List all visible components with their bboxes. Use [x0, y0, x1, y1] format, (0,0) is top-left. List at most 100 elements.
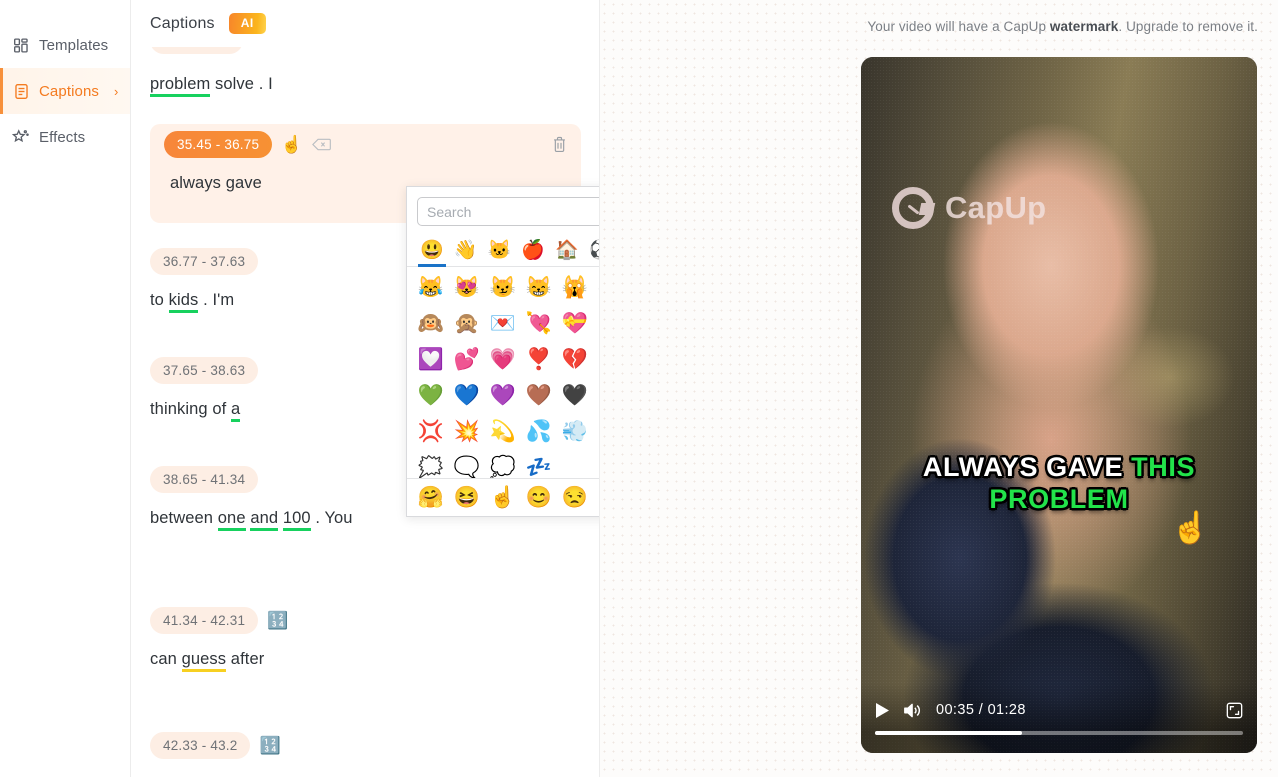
emoji-category-food[interactable]: 🍎 — [516, 234, 550, 266]
emoji-category-people[interactable]: 👋 — [449, 234, 483, 266]
trash-icon[interactable] — [552, 136, 567, 153]
emoji-cell[interactable]: 😹 — [413, 269, 449, 305]
emoji-category-smileys[interactable]: 😃 — [415, 234, 449, 267]
emoji-cell[interactable]: 💭 — [485, 449, 521, 478]
volume-icon[interactable] — [903, 702, 923, 719]
emoji-cell[interactable]: 🙊 — [449, 305, 485, 341]
sidebar-item-captions[interactable]: Captions › — [0, 68, 130, 114]
emoji-cell[interactable]: 💔 — [557, 341, 593, 377]
sidebar-item-label: Captions — [39, 82, 100, 100]
emoji-cell[interactable]: 💢 — [413, 413, 449, 449]
captions-header: Captions AI — [131, 0, 599, 47]
emoji-cell[interactable]: 💥 — [449, 413, 485, 449]
emoji-recent-cell[interactable]: 😒 — [557, 479, 593, 516]
emoji-recent-cell[interactable]: ☝️ — [485, 479, 521, 516]
emoji-cell[interactable]: 🗨️ — [449, 449, 485, 478]
captions-panel: Captions AI 3.4 - 35.43 😊 problem solve … — [131, 0, 600, 777]
caption-word: after — [226, 650, 265, 668]
emoji-category-travel[interactable]: 🏠 — [550, 234, 584, 266]
emoji-cell[interactable]: 😿 — [593, 269, 599, 305]
effects-icon — [12, 128, 30, 146]
emoji-grid[interactable]: 😹😻😼😸🙀😿😺🙈🙉🙊💌💘💝💖🩷❤️💟💕💗❣️💔❤️🧡💛💚💙💜🤎🖤🤍💋💯💢💥💫💦💨… — [407, 267, 599, 478]
emoji-cell[interactable]: 💦 — [521, 413, 557, 449]
caption-row-clipped[interactable]: 3.4 - 35.43 😊 — [131, 47, 599, 75]
caption-row-clipped-text[interactable]: problem solve . I — [131, 75, 599, 124]
caption-word-highlighted: a — [231, 400, 241, 422]
emoji-recent-cell[interactable]: ❤️ — [593, 479, 599, 516]
caption-emoji[interactable]: 😊 — [393, 47, 414, 49]
emoji-cell[interactable]: 🗯️ — [413, 449, 449, 478]
emoji-cell[interactable]: 🖤 — [557, 377, 593, 413]
caption-text[interactable]: each guess I'll tell — [150, 765, 580, 777]
video-caption-green-text: THIS — [1131, 452, 1196, 482]
emoji-cell[interactable]: 🕳️ — [593, 413, 599, 449]
emoji-picker[interactable]: 🖐️ 😃 👋 🐱 🍎 🏠 ⚽ 📝 ⛔ 🏁 😹😻😼😸🙀😿😺🙈🙉🙊💌💘💝💖🩷❤️💟💕… — [406, 186, 599, 517]
caption-meta: 42.33 - 43.2 🔢 — [150, 725, 580, 765]
emoji-cell[interactable]: 💖 — [593, 305, 599, 341]
watermark-notice-bold: watermark — [1049, 19, 1119, 34]
caption-meta: 35.45 - 36.75 ☝️ — [150, 124, 581, 164]
video-progress-bar[interactable] — [875, 731, 1243, 735]
emoji-cell[interactable]: 💝 — [557, 305, 593, 341]
sidebar-item-effects[interactable]: Effects — [0, 114, 130, 160]
emoji-cell[interactable]: 🙉 — [413, 305, 449, 341]
emoji-grid-wrapper: 😹😻😼😸🙀😿😺🙈🙉🙊💌💘💝💖🩷❤️💟💕💗❣️💔❤️🧡💛💚💙💜🤎🖤🤍💋💯💢💥💫💦💨… — [407, 267, 599, 478]
emoji-category-tabs[interactable]: 😃 👋 🐱 🍎 🏠 ⚽ 📝 ⛔ 🏁 — [407, 234, 599, 267]
emoji-cell[interactable]: ❣️ — [521, 341, 557, 377]
emoji-cell[interactable]: 🙀 — [557, 269, 593, 305]
caption-word-highlighted: 100 — [282, 509, 311, 531]
emoji-category-activities[interactable]: ⚽ — [584, 234, 599, 266]
emoji-cell[interactable]: 🤍 — [593, 377, 599, 413]
emoji-recent-cell[interactable]: 😆 — [449, 479, 485, 516]
emoji-category-animals[interactable]: 🐱 — [483, 234, 517, 266]
backspace-icon[interactable] — [311, 137, 331, 151]
caption-word: thinking of — [150, 400, 232, 418]
emoji-cell[interactable]: 💤 — [521, 449, 557, 478]
fullscreen-icon[interactable] — [1226, 702, 1243, 719]
caption-word: . I'm — [198, 291, 235, 309]
emoji-recent-cell[interactable]: 😊 — [521, 479, 557, 516]
caption-text[interactable]: can guess after — [150, 640, 580, 695]
caption-emoji[interactable]: ☝️ — [281, 136, 302, 153]
ai-badge: AI — [228, 13, 266, 34]
emoji-cell[interactable]: 😸 — [521, 269, 557, 305]
video-sticker-emoji[interactable]: ☝️ — [1171, 509, 1210, 546]
play-icon[interactable] — [875, 702, 890, 719]
watermark-notice: Your video will have a CapUp watermark. … — [867, 19, 1258, 34]
capup-watermark: CapUp — [892, 187, 1046, 229]
emoji-cell[interactable]: 😼 — [485, 269, 521, 305]
emoji-cell[interactable]: 💟 — [413, 341, 449, 377]
emoji-cell[interactable]: 💜 — [485, 377, 521, 413]
video-player[interactable]: CapUp ALWAYS GAVE THIS PROBLEM ☝️ 00:35 … — [861, 57, 1257, 753]
caption-time: 35.45 - 36.75 — [164, 130, 273, 158]
video-caption-green-text: PROBLEM — [989, 483, 1129, 514]
sidebar-item-templates[interactable]: Templates — [0, 22, 130, 68]
caption-time: 37.65 - 38.63 — [150, 356, 259, 384]
caption-emoji[interactable]: 🔢 — [259, 737, 280, 754]
caption-time: 36.77 - 37.63 — [150, 247, 259, 275]
left-sidebar: Templates Captions › Effects — [0, 0, 131, 777]
emoji-cell[interactable]: ❤️ — [593, 341, 599, 377]
caption-row[interactable]: 42.33 - 43.2 🔢 each guess I'll tell — [131, 725, 599, 777]
emoji-search-input[interactable] — [417, 197, 599, 226]
emoji-cell[interactable]: 💫 — [485, 413, 521, 449]
caption-time: 41.34 - 42.31 — [150, 606, 259, 634]
emoji-cell[interactable]: 💌 — [485, 305, 521, 341]
emoji-cell[interactable]: 💨 — [557, 413, 593, 449]
caption-emoji[interactable]: 🔢 — [267, 612, 288, 629]
emoji-cell[interactable]: 💙 — [449, 377, 485, 413]
emoji-recent-row[interactable]: 🤗😆☝️😊😒❤️👍😍 — [407, 478, 599, 516]
emoji-cell[interactable]: 💚 — [413, 377, 449, 413]
video-controls: 00:35 / 01:28 — [861, 683, 1257, 753]
video-controls-row: 00:35 / 01:28 — [875, 683, 1243, 727]
caption-row[interactable]: 41.34 - 42.31 🔢 can guess after — [131, 600, 599, 695]
emoji-cell[interactable]: 💗 — [485, 341, 521, 377]
sidebar-item-label: Templates — [39, 36, 109, 54]
watermark-notice-post: . Upgrade to remove it. — [1118, 19, 1258, 34]
emoji-cell[interactable]: 😻 — [449, 269, 485, 305]
sidebar-item-label: Effects — [39, 128, 86, 146]
emoji-recent-cell[interactable]: 🤗 — [413, 479, 449, 516]
emoji-cell[interactable]: 🤎 — [521, 377, 557, 413]
emoji-cell[interactable]: 💘 — [521, 305, 557, 341]
emoji-cell[interactable]: 💕 — [449, 341, 485, 377]
